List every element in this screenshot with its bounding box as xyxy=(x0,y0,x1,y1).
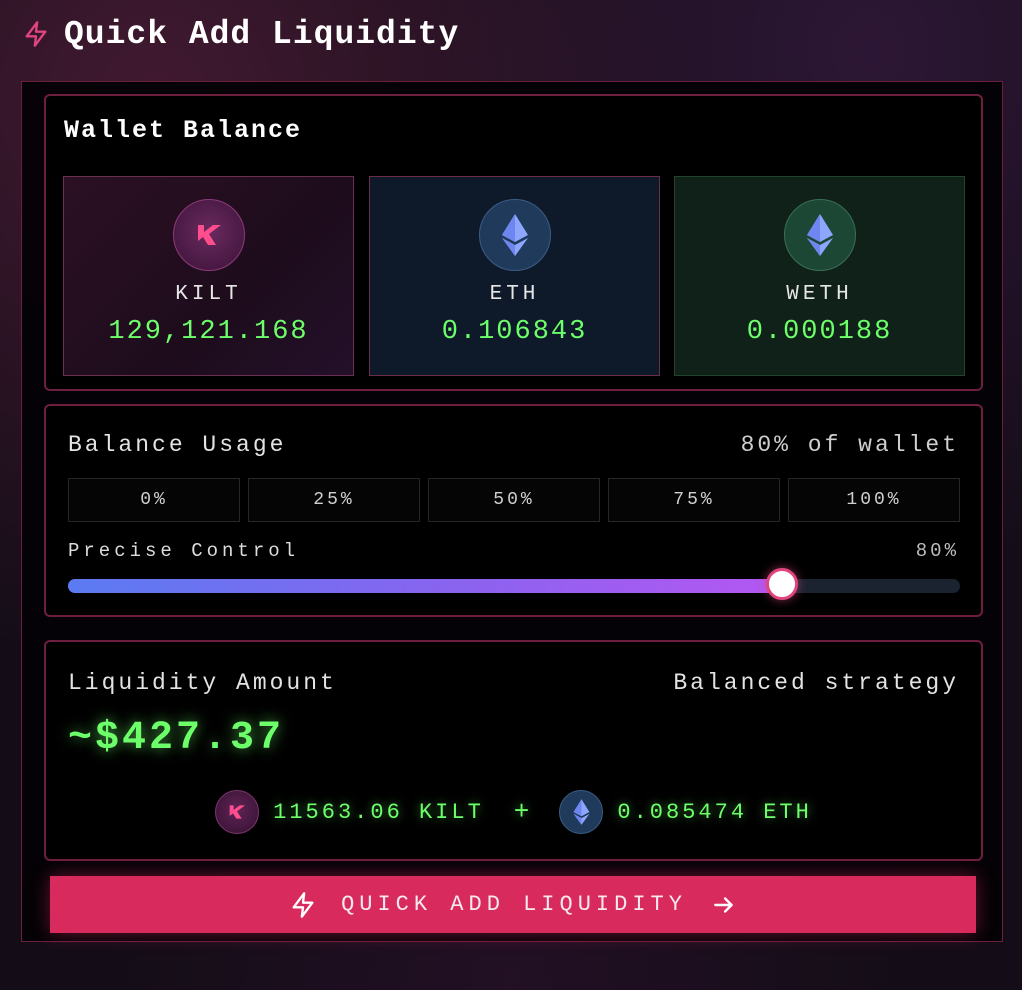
usage-slider[interactable] xyxy=(68,568,960,600)
preset-50-button[interactable]: 50% xyxy=(428,478,600,522)
ethereum-icon xyxy=(559,790,604,834)
token-symbol: ETH xyxy=(489,283,540,306)
token-balance: 0.000188 xyxy=(746,317,893,347)
precise-control-value: 80% xyxy=(915,540,959,562)
token-card-weth: WETH 0.000188 xyxy=(674,176,965,376)
kilt-logo-icon xyxy=(215,790,260,834)
page-header: Quick Add Liquidity xyxy=(22,12,459,56)
wallet-balance-panel: Wallet Balance KILT 129,121.168 ETH 0.10 xyxy=(44,94,983,391)
liquidity-amount-label: Liquidity Amount xyxy=(68,670,337,696)
kilt-logo-icon xyxy=(173,199,245,271)
lightning-bolt-icon xyxy=(22,20,50,48)
kilt-amount: 11563.06 KILT xyxy=(273,799,484,825)
quick-add-liquidity-label: QUICK ADD LIQUIDITY xyxy=(341,892,687,917)
balance-usage-value: 80% of wallet xyxy=(740,432,959,458)
arrow-right-icon xyxy=(711,892,737,918)
ethereum-icon xyxy=(784,199,856,271)
wallet-balance-title: Wallet Balance xyxy=(64,116,303,145)
token-balance: 0.106843 xyxy=(441,317,588,347)
token-symbol: WETH xyxy=(786,283,853,306)
quick-add-liquidity-button[interactable]: QUICK ADD LIQUIDITY xyxy=(50,876,976,933)
page-title: Quick Add Liquidity xyxy=(64,15,460,53)
balance-usage-panel: Balance Usage 80% of wallet 0% 25% 50% 7… xyxy=(44,404,983,617)
liquidity-amount-value: ~$427.37 xyxy=(68,716,285,761)
strategy-label: Balanced strategy xyxy=(673,670,959,696)
preset-100-button[interactable]: 100% xyxy=(788,478,960,522)
token-balance: 129,121.168 xyxy=(108,317,309,347)
usage-slider-thumb[interactable] xyxy=(765,568,798,600)
liquidity-breakdown: 11563.06 KILT + 0.085474 ETH xyxy=(46,790,981,834)
lightning-bolt-icon xyxy=(289,891,317,919)
liquidity-amount-panel: Liquidity Amount Balanced strategy ~$427… xyxy=(44,640,983,861)
preset-25-button[interactable]: 25% xyxy=(248,478,420,522)
token-symbol: KILT xyxy=(175,283,242,306)
usage-presets: 0% 25% 50% 75% 100% xyxy=(68,478,960,522)
token-card-eth: ETH 0.106843 xyxy=(369,176,660,376)
plus-sign: + xyxy=(513,797,530,827)
balance-usage-label: Balance Usage xyxy=(68,432,287,458)
precise-control-label: Precise Control xyxy=(68,540,300,562)
usage-slider-fill xyxy=(68,579,782,593)
preset-0-button[interactable]: 0% xyxy=(68,478,240,522)
ethereum-icon xyxy=(479,199,551,271)
eth-amount: 0.085474 ETH xyxy=(617,799,812,825)
quick-add-card: Wallet Balance KILT 129,121.168 ETH 0.10 xyxy=(21,81,1003,942)
token-card-kilt: KILT 129,121.168 xyxy=(63,176,354,376)
preset-75-button[interactable]: 75% xyxy=(608,478,780,522)
